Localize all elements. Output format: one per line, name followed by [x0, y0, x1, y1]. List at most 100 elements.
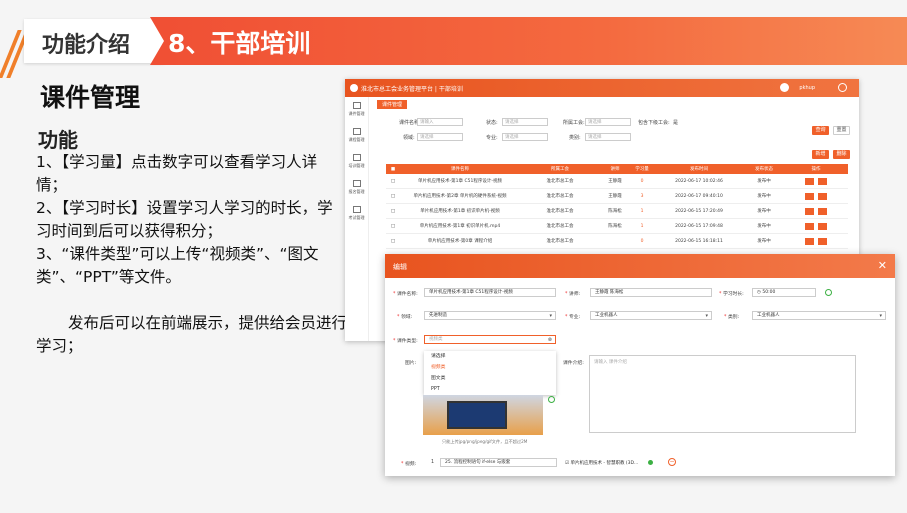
study-count-link[interactable]: 3 [630, 194, 654, 199]
course-type-dropdown: 请选择 视频类 图文类 PPT [424, 351, 556, 395]
union-filter-select[interactable]: 请选择 [585, 118, 631, 126]
filter-label: 所属工会: [563, 120, 585, 126]
clear-icon[interactable]: ⊗ [548, 336, 552, 344]
column-header: 发布时间 [690, 167, 708, 172]
table-row: □ 单片机应用技术-第1章 初识单片机-视频 淮北市总工会 陈海松 1 2022-06-1… [386, 204, 848, 219]
delete-icon[interactable] [818, 207, 827, 215]
breadcrumb-tab[interactable]: 课件管理 [377, 100, 408, 109]
major-filter-select[interactable]: 请选择 [502, 133, 548, 141]
column-header: 所属工会 [551, 167, 569, 172]
table-row: □ 单片机应用技术-第0章 课程介绍 淮北市总工会 0 2022-06-15 16:18… [386, 234, 848, 249]
cover-image[interactable] [423, 395, 543, 435]
sidebar-item[interactable]: 培训管理 [345, 149, 368, 175]
row-checkbox[interactable]: □ [386, 209, 400, 214]
dropdown-option[interactable]: 图文类 [424, 373, 556, 384]
field-select[interactable]: 先进制造 ▾ [424, 311, 556, 320]
people-icon [352, 154, 361, 161]
filter-label: 包含下级工会: [638, 120, 670, 126]
status-filter-select[interactable]: 请选择 [502, 118, 548, 126]
edit-icon[interactable] [805, 222, 814, 230]
valid-icon [548, 396, 555, 403]
delete-icon[interactable] [818, 222, 827, 230]
laptop-image [447, 401, 507, 429]
study-count-link[interactable]: 1 [630, 224, 654, 229]
table-header: ■ 课件名称 所属工会 讲师 学习量 发布时间 发布状态 操作 [386, 164, 848, 174]
column-header: 发布状态 [755, 167, 773, 172]
app-logo-icon [350, 84, 358, 92]
delete-icon[interactable] [818, 192, 827, 200]
field-label: 图片: [405, 361, 417, 366]
field-label: 课件介绍: [563, 361, 584, 366]
edit-icon[interactable] [805, 192, 814, 200]
filter-label: 专业: [486, 135, 498, 141]
row-checkbox[interactable]: □ [386, 224, 400, 229]
edit-icon[interactable] [805, 177, 814, 185]
course-table: ■ 课件名称 所属工会 讲师 学习量 发布时间 发布状态 操作 □ 单片机应用技术… [386, 164, 848, 249]
feature-line: 1、【学习量】点击数字可以查看学习人详情； [36, 153, 318, 194]
chevron-down-icon: ▾ [705, 313, 708, 319]
app-title: 淮北市总工会业务管理平台 | 干部培训 [361, 86, 463, 93]
reset-button[interactable]: 重置 [833, 126, 850, 135]
course-type-select[interactable]: 视频类 ⊗ [424, 335, 556, 344]
edit-modal-screenshot: 编辑 ✕ 课件名称: 单片机应用技术-第1章 C51程序设计-视频 讲师: 王静… [385, 254, 895, 476]
power-icon[interactable] [838, 83, 847, 92]
user-name[interactable]: pkhup [799, 85, 815, 91]
row-checkbox[interactable]: □ [386, 194, 400, 199]
field-filter-select[interactable]: 请选择 [417, 133, 463, 141]
study-count-link[interactable]: 0 [630, 179, 654, 184]
upload-hint: 只能上传jpg/png/jpeg/gif文件，且不超过2M [442, 439, 528, 444]
avatar-icon[interactable] [780, 83, 789, 92]
delete-icon[interactable] [818, 237, 827, 245]
field-label: 课件名称: [393, 290, 418, 297]
sidebar: 课件管理 课程管理 培训管理 报名管理 考试管理 [345, 97, 369, 341]
field-label: 领域: [397, 313, 412, 320]
linked-course-checkbox[interactable]: ☑ 单片机应用技术 - 智慧职教 (3D... [565, 460, 638, 466]
dropdown-option[interactable]: PPT [424, 384, 556, 395]
filter-label: 状态: [486, 120, 498, 126]
close-icon[interactable]: ✕ [878, 259, 887, 272]
sidebar-item[interactable]: 报名管理 [345, 175, 368, 201]
select-all-checkbox[interactable]: ■ [386, 167, 400, 172]
course-name-input[interactable]: 单片机应用技术-第1章 C51程序设计-视频 [424, 288, 556, 297]
chevron-down-icon: ▾ [549, 313, 552, 319]
valid-icon [825, 289, 832, 296]
edit-icon[interactable] [805, 207, 814, 215]
field-label: 讲师: [565, 290, 580, 297]
lecturer-input[interactable]: 王静霞 陈海松 [590, 288, 712, 297]
doc-icon [352, 102, 361, 109]
search-button[interactable]: 查询 [812, 126, 829, 135]
video-input[interactable]: 25. 流程控制语句 if-else 与嵌套 [440, 458, 557, 467]
major-select[interactable]: 工业机器人 ▾ [590, 311, 712, 320]
study-count-link[interactable]: 0 [630, 239, 654, 244]
duration-input[interactable]: ◷ 50:00 [752, 288, 816, 297]
field-label: 专业: [565, 313, 580, 320]
name-filter-input[interactable]: 请输入 [417, 118, 463, 126]
category-filter-select[interactable]: 请选择 [585, 133, 631, 141]
slide-tag: 功能介绍 [42, 33, 131, 58]
column-header: 课件名称 [451, 167, 469, 172]
add-button[interactable]: 新增 [812, 150, 829, 159]
form-icon [352, 180, 361, 187]
row-checkbox[interactable]: □ [386, 239, 400, 244]
study-count-link[interactable]: 1 [630, 209, 654, 214]
feature-title: 功能 [38, 128, 78, 152]
sidebar-item[interactable]: 课程管理 [345, 123, 368, 149]
edit-icon[interactable] [805, 237, 814, 245]
delete-icon[interactable] [818, 177, 827, 185]
sidebar-item[interactable]: 课件管理 [345, 97, 368, 123]
intro-textarea[interactable]: 请输入 课件介绍 [589, 355, 856, 433]
exam-icon [352, 206, 361, 213]
publish-note: 发布后可以在前端展示，提供给会员进行学习； [36, 314, 348, 355]
sidebar-item[interactable]: 考试管理 [345, 201, 368, 227]
slide-heading: 8、干部培训 [168, 29, 311, 58]
category-select[interactable]: 工业机器人 ▾ [752, 311, 886, 320]
field-label: 视频: [401, 460, 416, 467]
remove-icon[interactable]: − [668, 458, 676, 466]
book-icon [352, 128, 361, 135]
chevron-down-icon: ▾ [879, 313, 882, 319]
include-sub-value[interactable]: 是 [673, 119, 678, 126]
row-checkbox[interactable]: □ [386, 179, 400, 184]
dropdown-option[interactable]: 请选择 [424, 351, 556, 362]
dropdown-option[interactable]: 视频类 [424, 362, 556, 373]
delete-button[interactable]: 删除 [833, 150, 850, 159]
